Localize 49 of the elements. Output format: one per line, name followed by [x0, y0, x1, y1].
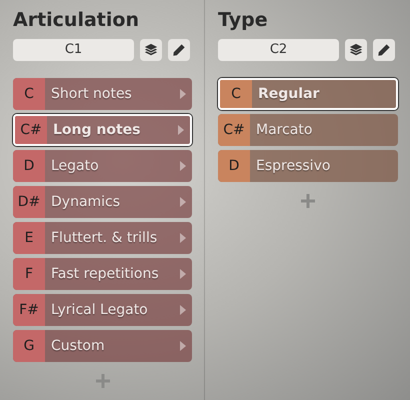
- list-item[interactable]: C# Long notes: [13, 114, 192, 146]
- caret-icon: [180, 233, 186, 243]
- list-item[interactable]: D Espressivo: [218, 150, 398, 182]
- item-label: Lyrical Legato: [50, 302, 149, 318]
- list-item[interactable]: F# Lyrical Legato: [13, 294, 192, 326]
- key-label: F#: [13, 294, 45, 326]
- edit-icon[interactable]: [168, 39, 190, 61]
- column-title: Type: [218, 8, 269, 33]
- key-label: C#: [15, 116, 47, 144]
- item-label: Espressivo: [255, 158, 332, 174]
- key-label: D: [13, 150, 45, 182]
- item-label: Marcato: [255, 122, 314, 138]
- item-label: Short notes: [50, 86, 133, 102]
- edit-icon[interactable]: [373, 39, 395, 61]
- item-label: Fast repetitions: [50, 266, 160, 282]
- key-label: C: [13, 78, 45, 110]
- list-item[interactable]: C# Marcato: [218, 114, 398, 146]
- key-label: D: [218, 150, 250, 182]
- caret-icon: [180, 269, 186, 279]
- column-title: Articulation: [13, 8, 140, 33]
- layers-icon[interactable]: [345, 39, 367, 61]
- list-item[interactable]: D Legato: [13, 150, 192, 182]
- item-label: Custom: [50, 338, 106, 354]
- item-label: Long notes: [52, 122, 142, 138]
- key-label: C#: [218, 114, 250, 146]
- item-label: Dynamics: [50, 194, 122, 210]
- key-label: F: [13, 258, 45, 290]
- list-item[interactable]: D# Dynamics: [13, 186, 192, 218]
- caret-icon: [180, 305, 186, 315]
- caret-icon: [180, 341, 186, 351]
- item-label: Regular: [257, 86, 320, 102]
- list-item[interactable]: E Fluttert. & trills: [13, 222, 192, 254]
- key-label: D#: [13, 186, 45, 218]
- caret-icon: [180, 89, 186, 99]
- key-label: G: [13, 330, 45, 362]
- caret-icon: [180, 161, 186, 171]
- caret-icon: [180, 197, 186, 207]
- list-item[interactable]: G Custom: [13, 330, 192, 362]
- list-item[interactable]: C Regular: [218, 78, 398, 110]
- item-label: Fluttert. & trills: [50, 230, 158, 246]
- caret-icon: [178, 125, 184, 135]
- key-label: E: [13, 222, 45, 254]
- input-field[interactable]: C2: [218, 39, 339, 61]
- input-field[interactable]: C1: [13, 39, 134, 61]
- list-item[interactable]: F Fast repetitions: [13, 258, 192, 290]
- list-item[interactable]: C Short notes: [13, 78, 192, 110]
- item-label: Legato: [50, 158, 100, 174]
- key-label: C: [220, 80, 252, 108]
- layers-icon[interactable]: [140, 39, 162, 61]
